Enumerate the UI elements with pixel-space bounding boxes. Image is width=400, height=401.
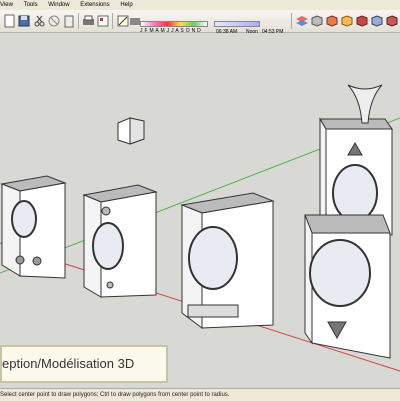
status-text: Select center point to draw polygons; Ct… [0, 392, 230, 398]
toolbar-separator [78, 13, 79, 29]
month-slider-track[interactable] [140, 21, 208, 27]
menu-bar: View Tools Window Extensions Help [0, 0, 400, 10]
print-icon[interactable] [81, 14, 95, 28]
speaker-model-3[interactable] [180, 192, 275, 329]
toolbar-separator [112, 13, 113, 29]
speaker-model-4[interactable] [304, 84, 393, 359]
model-viewport[interactable] [0, 33, 400, 388]
banner-text: eption/Modélisation 3D [2, 356, 135, 371]
horn-tweeter [347, 84, 383, 124]
toolbar: J F M A M J J A S O N D 06:38 AM Noon 04… [0, 10, 400, 35]
cut-icon[interactable] [32, 14, 46, 28]
menu-extensions[interactable]: Extensions [80, 2, 109, 8]
speaker-model-1[interactable] [0, 175, 67, 279]
components-icon[interactable] [325, 14, 339, 28]
status-bar: Select center point to draw polygons; Ct… [0, 388, 400, 401]
materials-icon[interactable] [340, 14, 354, 28]
speaker-model-2[interactable] [82, 184, 158, 298]
model-info-icon[interactable] [96, 14, 110, 28]
save-icon[interactable] [17, 14, 31, 28]
title-banner: eption/Modélisation 3D [0, 345, 168, 383]
upload-icon[interactable] [385, 14, 399, 28]
menu-window[interactable]: Window [48, 2, 69, 8]
layers-icon[interactable] [295, 14, 309, 28]
new-file-icon[interactable] [2, 14, 16, 28]
erase-icon[interactable] [47, 14, 61, 28]
menu-view[interactable]: View [0, 2, 13, 8]
warehouse-icon[interactable] [355, 14, 369, 28]
menu-help[interactable]: Help [120, 2, 132, 8]
paste-icon[interactable] [62, 14, 76, 28]
toolbar-separator [291, 13, 292, 29]
menu-tools[interactable]: Tools [24, 2, 38, 8]
small-box-component[interactable] [117, 117, 145, 145]
cube-icon[interactable] [310, 14, 324, 28]
extension-icon[interactable] [370, 14, 384, 28]
